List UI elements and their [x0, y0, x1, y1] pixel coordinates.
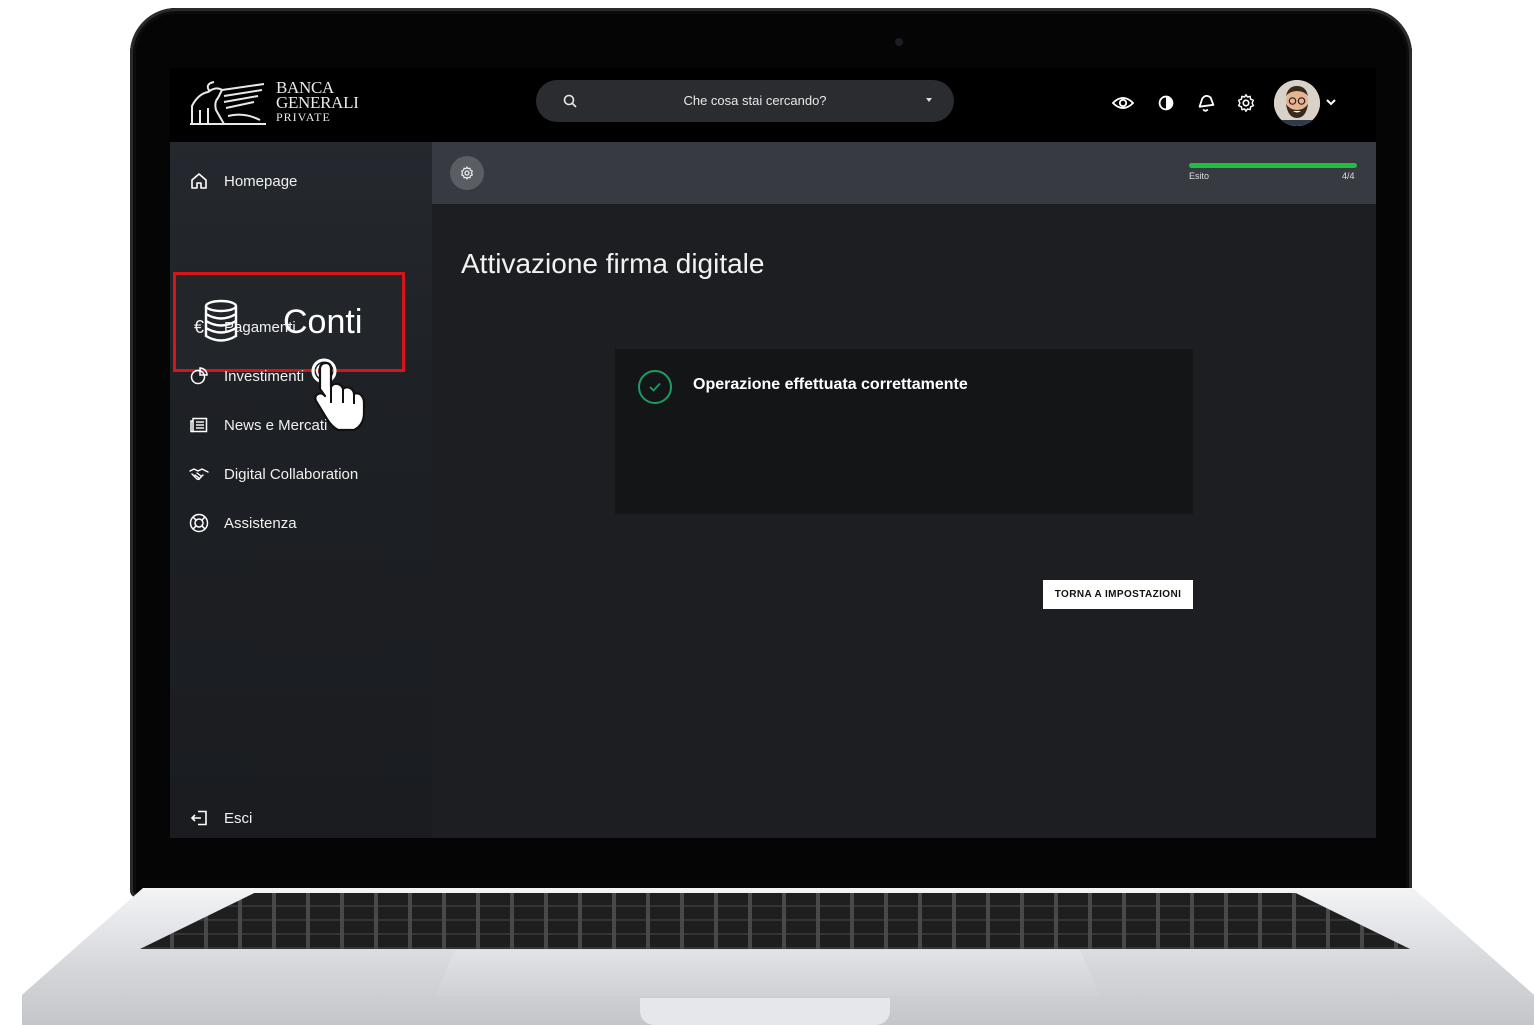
- caret-down-icon[interactable]: [926, 98, 932, 102]
- search-placeholder[interactable]: Che cosa stai cercando?: [596, 93, 914, 108]
- brand-line-3: PRIVATE: [276, 110, 331, 124]
- gear-icon[interactable]: [1235, 92, 1257, 114]
- gear-icon: [461, 166, 473, 180]
- contrast-icon[interactable]: [1155, 92, 1177, 114]
- success-card: Operazione effettuata correttamente: [615, 349, 1193, 514]
- home-icon: [188, 170, 210, 192]
- lifebuoy-icon: [188, 512, 210, 534]
- sidebar-item-digital-collaboration[interactable]: Digital Collaboration: [188, 462, 358, 486]
- sidebar-item-label: Assistenza: [224, 514, 297, 532]
- eye-icon[interactable]: [1112, 92, 1134, 114]
- page-title: Attivazione firma digitale: [461, 248, 765, 279]
- brand-logo[interactable]: BANCA GENERALI PRIVATE: [188, 78, 368, 130]
- exit-button[interactable]: Esci: [188, 806, 252, 830]
- success-check-icon: [638, 370, 672, 404]
- top-bar: BANCA GENERALI PRIVATE Che cosa stai cer…: [170, 68, 1376, 142]
- bell-icon[interactable]: [1195, 92, 1217, 114]
- chevron-down-icon[interactable]: [1325, 97, 1337, 107]
- newspaper-icon: [188, 414, 210, 436]
- progress-label: Esito: [1189, 171, 1210, 181]
- keyboard-rows: [140, 893, 1410, 949]
- brand-name: BANCA GENERALI PRIVATE: [276, 79, 359, 125]
- search-icon: [563, 94, 577, 108]
- sidebar-item-label: Pagamenti: [224, 318, 296, 336]
- exit-label: Esci: [224, 809, 253, 827]
- avatar[interactable]: [1274, 80, 1320, 126]
- app-screen: BANCA GENERALI PRIVATE Che cosa stai cer…: [170, 68, 1376, 838]
- process-header: Esito 4/4: [432, 142, 1376, 204]
- sidebar: Homepage Conti € Pagamenti Investimenti: [170, 142, 432, 838]
- avatar-portrait: [1274, 80, 1320, 126]
- progress-count: 4/4: [1342, 171, 1355, 181]
- logout-icon: [188, 807, 210, 829]
- settings-button[interactable]: [450, 156, 484, 190]
- handshake-icon: [188, 463, 210, 485]
- sidebar-item-label: Homepage: [224, 172, 298, 190]
- sidebar-item-pagamenti[interactable]: € Pagamenti: [188, 315, 296, 339]
- search-bar[interactable]: Che cosa stai cercando?: [536, 80, 954, 122]
- success-message: Operazione effettuata correttamente: [693, 376, 968, 393]
- trackpad: [435, 950, 1100, 996]
- brand-line-2: GENERALI: [276, 93, 359, 112]
- hand-pointer-icon: [311, 358, 366, 432]
- lion-logo-icon: [190, 81, 266, 125]
- progress-bar: [1189, 163, 1357, 168]
- sidebar-item-news-e-mercati[interactable]: News e Mercati: [188, 413, 327, 437]
- lid-notch: [640, 998, 890, 1025]
- pie-chart-icon: [188, 365, 210, 387]
- sidebar-item-label: Investimenti: [224, 367, 305, 385]
- sidebar-item-homepage[interactable]: Homepage: [188, 169, 297, 193]
- back-to-settings-button[interactable]: TORNA A IMPOSTAZIONI: [1043, 580, 1193, 609]
- sidebar-item-investimenti[interactable]: Investimenti: [188, 364, 304, 388]
- sidebar-item-assistenza[interactable]: Assistenza: [188, 511, 297, 535]
- euro-icon: €: [193, 316, 204, 337]
- camera: [895, 38, 903, 46]
- sidebar-item-label: Digital Collaboration: [224, 465, 359, 483]
